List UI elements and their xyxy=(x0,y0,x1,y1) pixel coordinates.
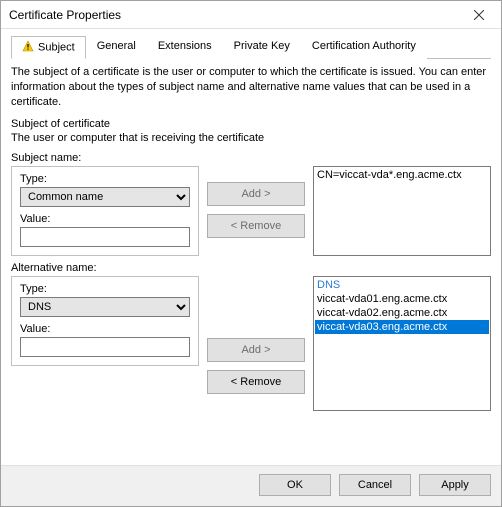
subject-name-label: Subject name: xyxy=(11,152,491,164)
subject-value-input[interactable] xyxy=(20,227,190,247)
tab-private-key[interactable]: Private Key xyxy=(223,36,301,59)
apply-button[interactable]: Apply xyxy=(419,474,491,496)
tab-strip: Subject General Extensions Private Key C… xyxy=(11,35,491,59)
certificate-properties-window: Certificate Properties Subject General E… xyxy=(0,0,502,507)
ok-button[interactable]: OK xyxy=(259,474,331,496)
subject-remove-button[interactable]: < Remove xyxy=(207,214,305,238)
alt-name-groupbox: Type: DNS Value: xyxy=(11,276,199,366)
tab-ca[interactable]: Certification Authority xyxy=(301,36,427,59)
close-button[interactable] xyxy=(457,1,501,29)
list-group-header: DNS xyxy=(315,278,489,292)
alt-entries-list[interactable]: DNSviccat-vda01.eng.acme.ctxviccat-vda02… xyxy=(313,276,491,411)
subject-type-label: Type: xyxy=(20,173,190,185)
subject-name-section: Type: Common name Value: Add > < Remove … xyxy=(11,166,491,256)
alt-type-select[interactable]: DNS xyxy=(20,297,190,317)
warning-icon xyxy=(22,40,34,55)
alt-type-label: Type: xyxy=(20,283,190,295)
cancel-button[interactable]: Cancel xyxy=(339,474,411,496)
titlebar: Certificate Properties xyxy=(1,1,501,29)
tab-general[interactable]: General xyxy=(86,36,147,59)
subject-value-label: Value: xyxy=(20,213,190,225)
tab-private-key-label: Private Key xyxy=(234,40,290,52)
list-item[interactable]: CN=viccat-vda*.eng.acme.ctx xyxy=(315,168,489,182)
tab-subject[interactable]: Subject xyxy=(11,36,86,59)
tab-subject-label: Subject xyxy=(38,41,75,53)
subject-add-button[interactable]: Add > xyxy=(207,182,305,206)
list-item[interactable]: viccat-vda03.eng.acme.ctx xyxy=(315,320,489,334)
list-item[interactable]: viccat-vda02.eng.acme.ctx xyxy=(315,306,489,320)
alt-name-section: Type: DNS Value: Add > < Remove DNSvicca… xyxy=(11,276,491,411)
certificate-heading: Subject of certificate xyxy=(11,118,491,130)
tab-extensions[interactable]: Extensions xyxy=(147,36,223,59)
tab-general-label: General xyxy=(97,40,136,52)
alt-value-label: Value: xyxy=(20,323,190,335)
tab-extensions-label: Extensions xyxy=(158,40,212,52)
window-title: Certificate Properties xyxy=(9,8,457,22)
alt-add-button[interactable]: Add > xyxy=(207,338,305,362)
alt-name-label: Alternative name: xyxy=(11,262,491,274)
alt-remove-button[interactable]: < Remove xyxy=(207,370,305,394)
alt-value-input[interactable] xyxy=(20,337,190,357)
client-area: Subject General Extensions Private Key C… xyxy=(1,29,501,465)
tab-ca-label: Certification Authority xyxy=(312,40,416,52)
subject-name-groupbox: Type: Common name Value: xyxy=(11,166,199,256)
subject-type-select[interactable]: Common name xyxy=(20,187,190,207)
close-icon xyxy=(474,10,484,20)
description-text: The subject of a certificate is the user… xyxy=(11,65,491,110)
subject-entries-list[interactable]: CN=viccat-vda*.eng.acme.ctx xyxy=(313,166,491,256)
certificate-subheading: The user or computer that is receiving t… xyxy=(11,132,491,144)
list-item[interactable]: viccat-vda01.eng.acme.ctx xyxy=(315,292,489,306)
dialog-button-bar: OK Cancel Apply xyxy=(1,465,501,506)
